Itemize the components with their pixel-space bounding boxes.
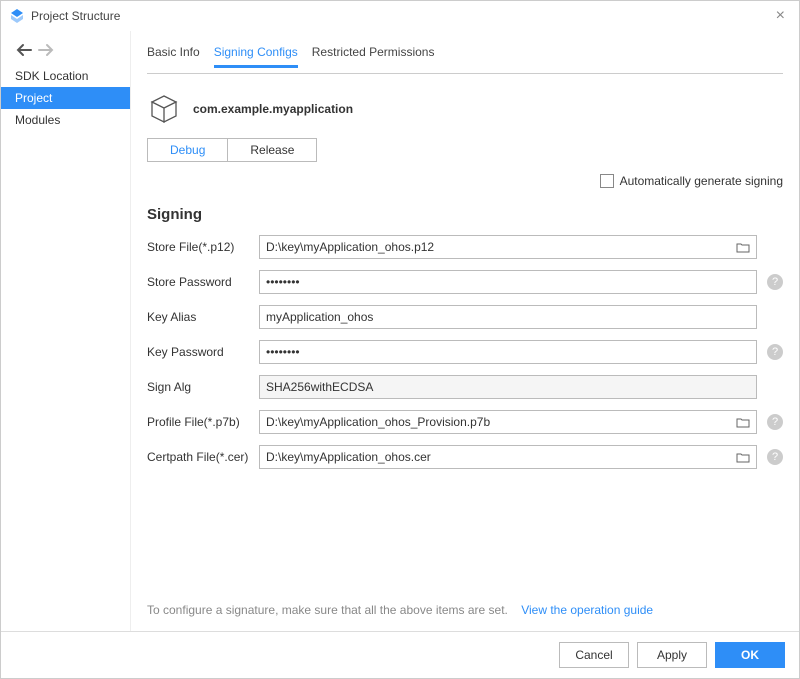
input-key-password[interactable]: •••••••• <box>259 340 757 364</box>
label-key-password: Key Password <box>147 345 259 359</box>
help-store-password-icon[interactable]: ? <box>767 274 783 290</box>
tab-signing-configs[interactable]: Signing Configs <box>214 45 298 68</box>
nav-forward-button[interactable] <box>37 43 55 57</box>
titlebar: Project Structure × <box>1 1 799 31</box>
sidebar-item-project[interactable]: Project <box>1 87 130 109</box>
label-store-file: Store File(*.p12) <box>147 240 259 254</box>
sidebar-item-modules[interactable]: Modules <box>1 109 130 131</box>
help-certpath-file-icon[interactable]: ? <box>767 449 783 465</box>
close-button[interactable]: × <box>770 8 791 24</box>
build-mode-toggle: Debug Release <box>147 138 783 162</box>
mode-release-button[interactable]: Release <box>228 138 317 162</box>
section-title-signing: Signing <box>147 206 783 223</box>
tab-restricted-permissions[interactable]: Restricted Permissions <box>312 45 435 67</box>
browse-profile-file-icon[interactable] <box>732 416 754 428</box>
input-store-password[interactable]: •••••••• <box>259 270 757 294</box>
input-store-file[interactable]: D:\key\myApplication_ohos.p12 <box>259 235 757 259</box>
auto-generate-label: Automatically generate signing <box>620 174 783 188</box>
label-certpath-file: Certpath File(*.cer) <box>147 450 259 464</box>
input-profile-file[interactable]: D:\key\myApplication_ohos_Provision.p7b <box>259 410 757 434</box>
footer-guide-link[interactable]: View the operation guide <box>521 603 653 617</box>
dialog-buttons: Cancel Apply OK <box>1 631 799 678</box>
label-profile-file: Profile File(*.p7b) <box>147 415 259 429</box>
tab-basic-info[interactable]: Basic Info <box>147 45 200 67</box>
help-profile-file-icon[interactable]: ? <box>767 414 783 430</box>
dialog-project-structure: Project Structure × SDK Location Project… <box>0 0 800 679</box>
ok-button[interactable]: OK <box>715 642 785 668</box>
label-key-alias: Key Alias <box>147 310 259 324</box>
input-certpath-file[interactable]: D:\key\myApplication_ohos.cer <box>259 445 757 469</box>
cancel-button[interactable]: Cancel <box>559 642 629 668</box>
label-store-password: Store Password <box>147 275 259 289</box>
nav-back-button[interactable] <box>15 43 33 57</box>
input-key-alias[interactable]: myApplication_ohos <box>259 305 757 329</box>
footer-note-text: To configure a signature, make sure that… <box>147 603 508 617</box>
browse-certpath-file-icon[interactable] <box>732 451 754 463</box>
nav-arrows <box>1 37 130 65</box>
apply-button[interactable]: Apply <box>637 642 707 668</box>
sidebar: SDK Location Project Modules <box>1 31 131 631</box>
window-title: Project Structure <box>31 9 120 23</box>
mode-debug-button[interactable]: Debug <box>147 138 228 162</box>
browse-store-file-icon[interactable] <box>732 241 754 253</box>
auto-generate-checkbox[interactable] <box>600 174 614 188</box>
package-icon <box>147 92 181 126</box>
sidebar-item-sdk-location[interactable]: SDK Location <box>1 65 130 87</box>
label-sign-alg: Sign Alg <box>147 380 259 394</box>
package-name: com.example.myapplication <box>193 102 353 116</box>
tabs: Basic Info Signing Configs Restricted Pe… <box>147 31 783 74</box>
help-key-password-icon[interactable]: ? <box>767 344 783 360</box>
app-logo-icon <box>9 8 25 24</box>
input-sign-alg: SHA256withECDSA <box>259 375 757 399</box>
